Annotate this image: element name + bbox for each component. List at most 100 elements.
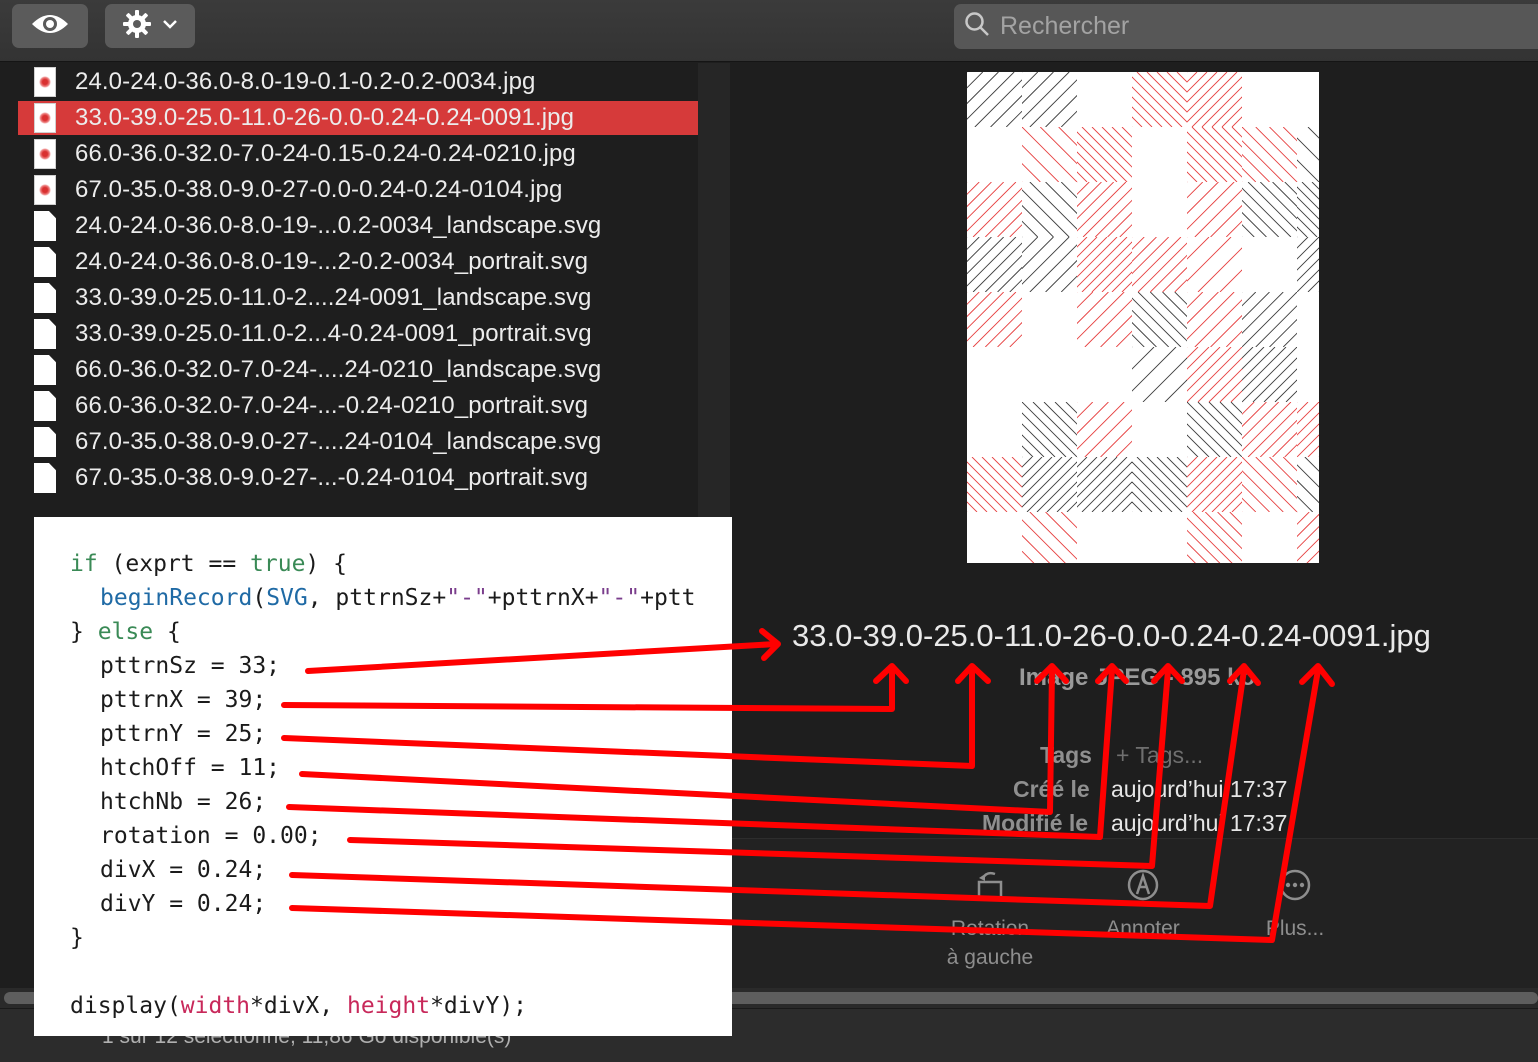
code-text: +ptt [640, 585, 696, 611]
toolbar: Rechercher [0, 0, 1538, 62]
file-name: 24.0-24.0-36.0-8.0-19-0.1-0.2-0.2-0034.j… [75, 68, 536, 95]
image-file-icon [34, 67, 56, 97]
document-file-icon [34, 427, 56, 457]
hatch-tile [1022, 182, 1077, 237]
gear-icon [122, 9, 152, 44]
document-file-icon [34, 463, 56, 493]
document-file-icon [34, 391, 56, 421]
hatch-tile [967, 182, 1022, 237]
rotate-left-button[interactable]: Rotation à gauche [930, 868, 1050, 972]
file-row[interactable]: 66.0-36.0-32.0-7.0-24-....24-0210_landsc… [18, 353, 698, 387]
document-file-icon [34, 247, 56, 277]
image-file-icon [34, 103, 56, 133]
file-row[interactable]: 67.0-35.0-38.0-9.0-27-...-0.24-0104_port… [18, 461, 698, 495]
file-name: 67.0-35.0-38.0-9.0-27-0.0-0.24-0.24-0104… [75, 176, 563, 203]
file-row[interactable]: 24.0-24.0-36.0-8.0-19-...2-0.2-0034_port… [18, 245, 698, 279]
hatch-tile [1242, 457, 1297, 512]
hatch-tile [1022, 72, 1077, 127]
code-snippet: if (exprt == true) { beginRecord(SVG, pt… [34, 517, 732, 1036]
code-literal: true [250, 551, 306, 577]
document-file-icon [34, 319, 56, 349]
markup-icon [1093, 868, 1193, 910]
hatch-tile [967, 237, 1022, 292]
code-line-divy: divY = 0.24; [100, 891, 267, 917]
add-tags-field[interactable]: + Tags... [1116, 742, 1203, 769]
code-line-else: } else { [70, 619, 181, 645]
hatch-tile [1077, 402, 1132, 457]
file-name: 67.0-35.0-38.0-9.0-27-....24-0104_landsc… [75, 428, 602, 455]
file-row[interactable]: 33.0-39.0-25.0-11.0-2....24-0091_landsca… [18, 281, 698, 315]
hatch-tile [1297, 237, 1319, 292]
code-builtin: height [346, 993, 431, 1019]
file-name: 66.0-36.0-32.0-7.0-24-...-0.24-0210_port… [75, 392, 589, 419]
search-placeholder: Rechercher [1000, 12, 1130, 40]
markup-button[interactable]: Annoter [1093, 868, 1193, 943]
code-text: } [70, 619, 98, 645]
hatch-tile [1297, 127, 1319, 182]
file-row[interactable]: 66.0-36.0-32.0-7.0-24-...-0.24-0210_port… [18, 389, 698, 423]
file-row[interactable]: 24.0-24.0-36.0-8.0-19-...0.2-0034_landsc… [18, 209, 698, 243]
code-line-divx: divX = 0.24; [100, 857, 267, 883]
markup-label: Annoter [1106, 917, 1180, 940]
file-name: 33.0-39.0-25.0-11.0-2...4-0.24-0091_port… [75, 320, 592, 347]
file-name: 33.0-39.0-25.0-11.0-26-0.0-0.24-0.24-009… [75, 104, 575, 131]
file-row[interactable]: 67.0-35.0-38.0-9.0-27-....24-0104_landsc… [18, 425, 698, 459]
file-name: 66.0-36.0-32.0-7.0-24-....24-0210_landsc… [75, 356, 602, 383]
code-line-if: if (exprt == true) { [70, 551, 347, 577]
file-row[interactable]: 33.0-39.0-25.0-11.0-26-0.0-0.24-0.24-009… [18, 101, 698, 135]
created-label: Créé le [1013, 776, 1090, 802]
file-row[interactable]: 66.0-36.0-32.0-7.0-24-0.15-0.24-0.24-021… [18, 137, 698, 171]
action-menu-button[interactable] [105, 4, 195, 48]
code-keyword: if [70, 551, 98, 577]
search-field[interactable]: Rechercher [954, 4, 1538, 49]
left-margin [0, 63, 18, 988]
document-file-icon [34, 211, 56, 241]
code-builtin: width [180, 993, 251, 1019]
file-list: 24.0-24.0-36.0-8.0-19-0.1-0.2-0.2-0034.j… [18, 63, 698, 518]
code-line-pttrnx: pttrnX = 39; [100, 687, 267, 713]
eye-icon [30, 12, 70, 41]
quick-look-button[interactable] [12, 4, 88, 48]
chevron-down-icon [162, 17, 178, 35]
preview-filename: 33.0-39.0-25.0-11.0-26-0.0-0.24-0.24-009… [792, 618, 1431, 653]
hatch-tile [1022, 127, 1077, 182]
file-name: 33.0-39.0-25.0-11.0-2....24-0091_landsca… [75, 284, 592, 311]
hatch-tile [1187, 182, 1242, 237]
file-name: 24.0-24.0-36.0-8.0-19-...0.2-0034_landsc… [75, 212, 602, 239]
file-row[interactable]: 33.0-39.0-25.0-11.0-2...4-0.24-0091_port… [18, 317, 698, 351]
hatch-tile [1022, 402, 1077, 457]
image-file-icon [34, 175, 56, 205]
code-constant: SVG [266, 585, 308, 611]
file-row[interactable]: 67.0-35.0-38.0-9.0-27-0.0-0.24-0.24-0104… [18, 173, 698, 207]
code-text: { [153, 619, 181, 645]
more-button[interactable]: Plus... [1250, 868, 1340, 943]
file-row[interactable]: 24.0-24.0-36.0-8.0-19-0.1-0.2-0.2-0034.j… [18, 65, 698, 99]
hatch-tile [1187, 292, 1242, 347]
rotate-left-sublabel: à gauche [946, 946, 1034, 969]
hatch-tile [1077, 292, 1132, 347]
search-icon [964, 11, 990, 42]
hatch-tile [1077, 127, 1132, 182]
image-file-icon [34, 139, 56, 169]
file-name: 24.0-24.0-36.0-8.0-19-...2-0.2-0034_port… [75, 248, 589, 275]
modified-value: aujourd’hui 17:37 [1111, 810, 1288, 836]
rotate-left-icon [930, 868, 1050, 910]
hatch-tile [1022, 512, 1077, 563]
preview-file-kind: Image JPEG - 895 ko [1019, 664, 1256, 691]
code-line-pttrnsz: pttrnSz = 33; [100, 653, 281, 679]
hatch-tile [1187, 347, 1242, 402]
code-text: ) { [305, 551, 347, 577]
hatch-tile [967, 457, 1022, 512]
preview-image [967, 72, 1319, 563]
document-file-icon [34, 355, 56, 385]
hatch-tile [1297, 457, 1319, 512]
more-icon [1250, 868, 1340, 910]
code-line-pttrny: pttrnY = 25; [100, 721, 267, 747]
code-line-htchoff: htchOff = 11; [100, 755, 281, 781]
hatch-tile [1022, 237, 1077, 292]
code-line-htchnb: htchNb = 26; [100, 789, 267, 815]
hatch-tile [967, 72, 1022, 127]
code-string: "-" [598, 585, 641, 611]
hatch-tile [1132, 347, 1187, 402]
file-name: 67.0-35.0-38.0-9.0-27-...-0.24-0104_port… [75, 464, 589, 491]
